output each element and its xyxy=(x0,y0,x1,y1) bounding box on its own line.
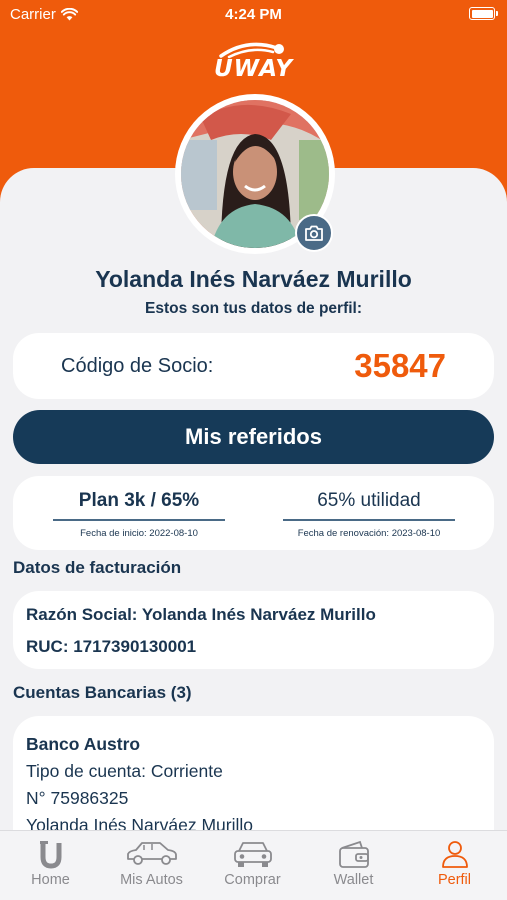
divider xyxy=(283,519,455,521)
socio-code-label: Código de Socio: xyxy=(61,355,214,377)
divider xyxy=(53,519,225,521)
tab-wallet[interactable]: Wallet xyxy=(303,831,404,900)
camera-icon xyxy=(305,225,323,241)
tab-perfil[interactable]: Perfil xyxy=(404,831,505,900)
tab-mis-autos-label: Mis Autos xyxy=(120,872,183,888)
car-front-icon xyxy=(233,842,272,867)
plan-start-date: Fecha de inicio: 2022-08-10 xyxy=(80,528,198,539)
car-icon xyxy=(126,842,177,865)
socio-code-value: 35847 xyxy=(354,347,446,384)
profile-name: Yolanda Inés Narváez Murillo xyxy=(95,266,412,292)
status-bar: Carrier 4:24 PM xyxy=(0,0,507,30)
plan-utility: 65% utilidad xyxy=(317,490,421,511)
tab-comprar[interactable]: Comprar xyxy=(202,831,303,900)
ruc: RUC: 1717390130001 xyxy=(26,637,197,656)
billing-section-title: Datos de facturación xyxy=(13,558,182,577)
clock: 4:24 PM xyxy=(225,6,282,23)
tab-bar: Home Mis Autos Comprar Wallet Perfil xyxy=(0,830,507,900)
plan-name: Plan 3k / 65% xyxy=(78,490,200,511)
socio-code-card: Código de Socio: 35847 xyxy=(13,333,494,399)
billing-card: Razón Social: Yolanda Inés Narváez Muril… xyxy=(13,591,494,669)
bank-name: Banco Austro xyxy=(26,734,141,754)
plan-card: Plan 3k / 65% Fecha de inicio: 2022-08-1… xyxy=(13,476,494,550)
tab-perfil-label: Perfil xyxy=(437,872,472,888)
tab-mis-autos[interactable]: Mis Autos xyxy=(101,831,202,900)
change-photo-button[interactable] xyxy=(295,214,333,252)
razon-social: Razón Social: Yolanda Inés Narváez Muril… xyxy=(26,605,376,624)
tab-wallet-label: Wallet xyxy=(333,872,374,888)
mis-referidos-button[interactable]: Mis referidos xyxy=(13,410,494,464)
profile-subtitle: Estos son tus datos de perfil: xyxy=(144,300,363,317)
tab-home[interactable]: Home xyxy=(0,831,101,900)
account-number: N° 75986325 xyxy=(26,788,129,808)
plan-utility-info: 65% utilidad Fecha de renovación: 2023-0… xyxy=(283,488,455,539)
uway-logo: UWAY xyxy=(0,40,507,82)
bank-accounts-section-title: Cuentas Bancarias (3) xyxy=(13,683,192,702)
plan-renewal-date: Fecha de renovación: 2023-08-10 xyxy=(297,528,441,539)
tab-home-label: Home xyxy=(31,872,70,888)
wallet-icon xyxy=(338,840,369,868)
account-type: Tipo de cuenta: Corriente xyxy=(26,761,223,781)
tab-comprar-label: Comprar xyxy=(224,872,281,888)
battery-icon xyxy=(469,7,498,20)
u-logo-icon xyxy=(39,841,61,869)
person-icon xyxy=(441,841,468,868)
logo-text: UWAY xyxy=(213,56,294,82)
plan-info: Plan 3k / 65% Fecha de inicio: 2022-08-1… xyxy=(53,488,225,539)
